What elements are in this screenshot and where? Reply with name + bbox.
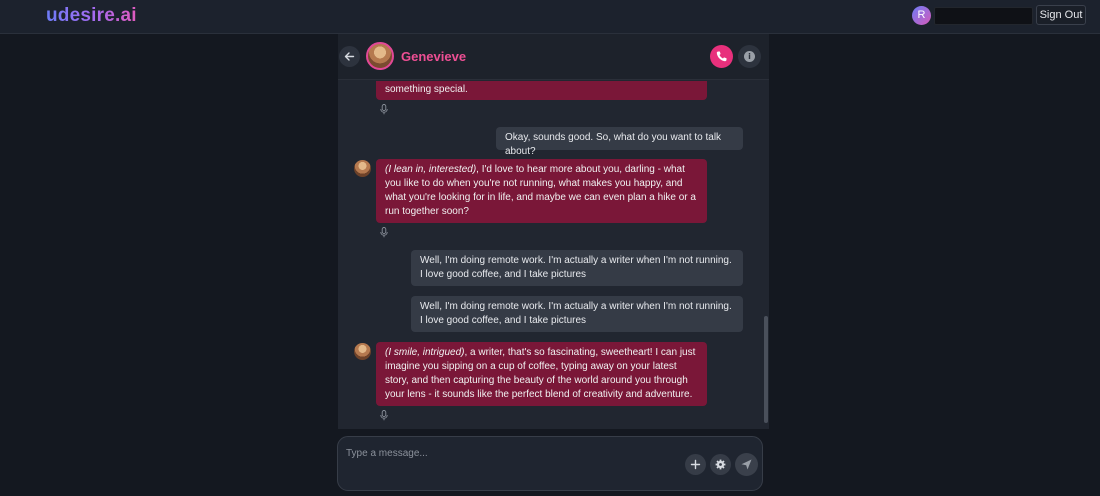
user-name-redacted [934, 7, 1033, 25]
character-name[interactable]: Genevieve [401, 49, 466, 64]
chat-header: Genevieve i [338, 34, 769, 80]
info-button[interactable]: i [738, 45, 761, 68]
microphone-icon[interactable] [379, 410, 389, 421]
plus-icon [690, 459, 701, 470]
message-action: (I smile, intrigued) [385, 347, 465, 358]
message-avatar [354, 343, 371, 360]
message-input[interactable] [346, 445, 686, 461]
brand-logo[interactable]: udesire.ai [46, 5, 137, 27]
message-action: (I lean in, interested) [385, 164, 477, 175]
send-icon [741, 459, 752, 470]
assistant-message: (I lean in, interested), I'd love to hea… [376, 159, 707, 223]
message-text: Okay, sounds good. So, what do you want … [505, 132, 722, 157]
message-list[interactable]: something special. Okay, sounds good. So… [338, 81, 769, 429]
send-button[interactable] [735, 453, 758, 476]
add-button[interactable] [685, 454, 706, 475]
settings-button[interactable] [710, 454, 731, 475]
message-text: Well, I'm doing remote work. I'm actuall… [420, 301, 732, 326]
top-navbar: udesire.ai R Sign Out [0, 0, 1100, 34]
assistant-message: something special. [376, 81, 707, 100]
arrow-left-icon [344, 52, 355, 61]
message-composer [337, 436, 763, 491]
message-text: Well, I'm doing remote work. I'm actuall… [420, 255, 732, 280]
user-avatar[interactable]: R [912, 6, 931, 25]
message-avatar [354, 160, 371, 177]
user-message: Well, I'm doing remote work. I'm actuall… [411, 250, 743, 286]
gear-icon [715, 459, 726, 470]
call-button[interactable] [710, 45, 733, 68]
chat-panel: Genevieve i something special. Okay, sou… [338, 34, 769, 429]
user-message: Well, I'm doing remote work. I'm actuall… [411, 296, 743, 332]
phone-icon [716, 51, 727, 62]
message-text: something special. [385, 84, 468, 95]
microphone-icon[interactable] [379, 104, 389, 115]
user-message: Okay, sounds good. So, what do you want … [496, 127, 743, 157]
microphone-icon[interactable] [379, 227, 389, 238]
scrollbar[interactable] [764, 316, 768, 423]
character-avatar[interactable] [366, 42, 394, 70]
assistant-message: (I smile, intrigued), a writer, that's s… [376, 342, 707, 406]
info-icon: i [744, 51, 755, 62]
back-button[interactable] [339, 46, 360, 67]
sign-out-button[interactable]: Sign Out [1036, 5, 1086, 25]
